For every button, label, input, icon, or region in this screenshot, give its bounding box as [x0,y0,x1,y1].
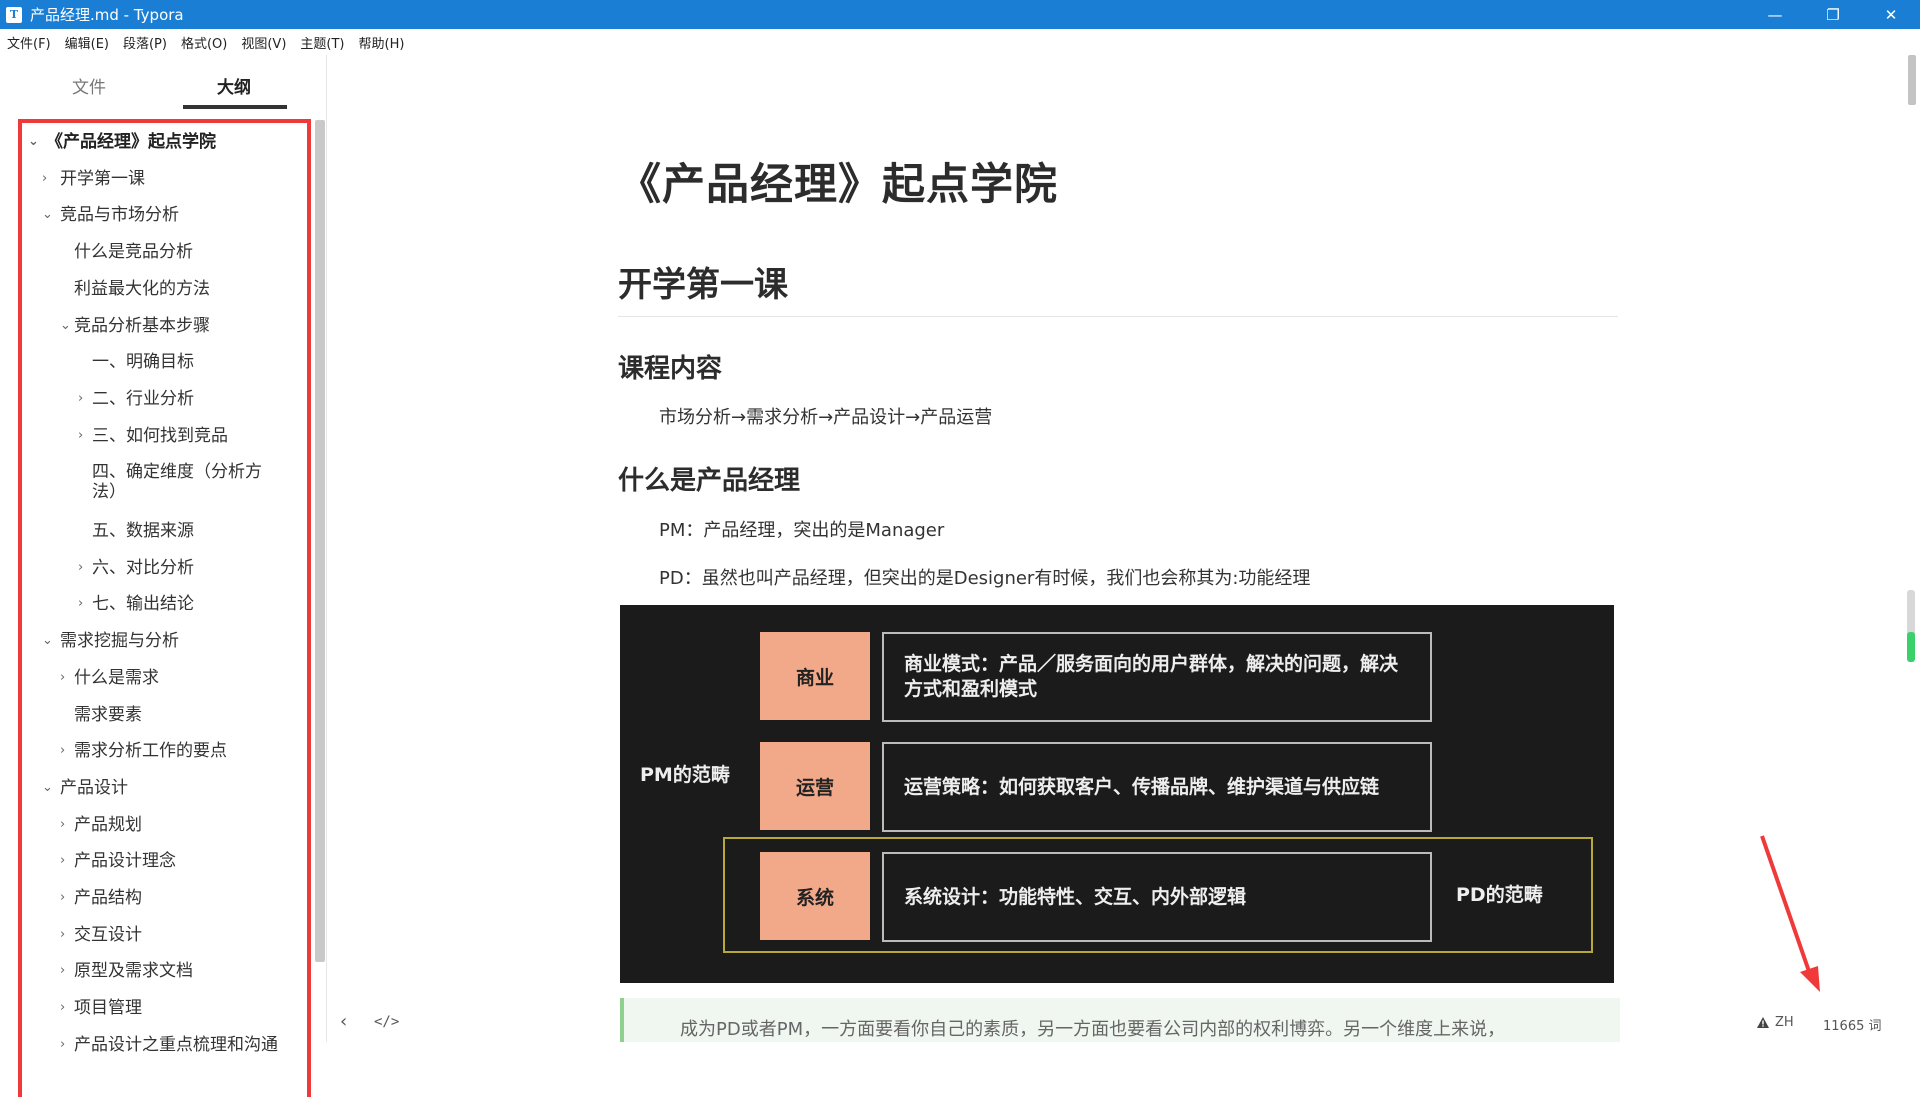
blockquote-text[interactable]: 成为PD或者PM，一方面要看你自己的素质，另一方面也要看公司内部的权利博弈。另一… [680,1015,1505,1041]
restore-button[interactable]: ❐ [1804,0,1862,29]
sidebar-tabs: 文件 大纲 [0,55,327,111]
menu-theme[interactable]: 主题(T) [293,33,351,52]
outline-item-label: 五、数据来源 [92,521,194,541]
status-language[interactable]: ZH [1757,1015,1794,1030]
outline-item-label: 七、输出结论 [92,594,194,615]
outline-item-label: 四、确定维度（分析方 [92,462,262,483]
pd-scope-label: PD的范畴 [1456,884,1543,906]
menu-view[interactable]: 视图(V) [234,33,293,52]
heading-rule [618,316,1618,317]
chevron-right-icon[interactable]: › [60,740,65,762]
chevron-down-icon[interactable]: ⌄ [28,131,39,153]
word-count[interactable]: 11665 词 [1823,1015,1882,1034]
outline-item-label: 项目管理 [74,998,142,1019]
outline-item-label-wrap: 法） [92,482,126,503]
menu-paragraph[interactable]: 段落(P) [116,33,174,52]
chevron-right-icon[interactable]: › [78,425,83,447]
outline-item-label: 产品规划 [74,814,142,835]
warning-icon [1757,1017,1769,1028]
menu-edit[interactable]: 编辑(E) [58,33,116,52]
collapse-sidebar-button[interactable]: ‹ [340,1011,347,1032]
document-heading-2[interactable]: 开学第一课 [618,257,788,306]
outline-item-label: 六、对比分析 [92,557,194,578]
chevron-right-icon[interactable]: › [60,667,65,689]
slide-tag-operations: 运营 [760,742,870,830]
annotation-arrow-icon [1760,835,1820,992]
chevron-down-icon[interactable]: ⌄ [42,204,53,226]
outline-item-label: 需求要素 [74,704,142,725]
outline-item-label: 产品结构 [74,888,142,908]
course-text[interactable]: 市场分析→需求分析→产品设计→产品运营 [659,403,992,429]
outline-item-label: 二、行业分析 [92,388,194,409]
minimize-button[interactable]: — [1746,0,1804,29]
pm-text[interactable]: PM：产品经理，突出的是Manager [659,516,944,542]
chevron-right-icon[interactable]: › [60,960,65,982]
outline-item-label: 竞品分析基本步骤 [74,315,210,336]
outline-item-label: 开学第一课 [60,168,145,189]
outline-item-label: 需求分析工作的要点 [74,741,227,762]
active-tab-indicator [183,105,287,109]
chevron-right-icon[interactable]: › [60,887,65,909]
typora-app-icon: T [6,6,22,23]
chevron-down-icon[interactable]: ⌄ [42,630,53,652]
scroll-position-marker [1907,632,1915,662]
outline-item-label: 需求挖掘与分析 [60,631,179,652]
sidebar: 文件 大纲 ⌄ 《产品经理》起点学院 › 开学第一课 ⌄ 竞品与市场分析什么是竞品分析 利益… [0,55,327,1097]
menu-file[interactable]: 文件(F) [0,33,58,52]
slide-desc-operations: 运营策略：如何获取客户、传播品牌、维护渠道与供应链 [882,742,1432,832]
chevron-right-icon[interactable]: › [60,997,65,1019]
menu-help[interactable]: 帮助(H) [352,33,412,52]
slide-tag-business: 商业 [760,632,870,720]
outline-item-label: 产品设计 [60,777,128,798]
chevron-down-icon[interactable]: ⌄ [42,777,53,799]
outline-item-label: 三、如何找到竞品 [92,425,228,446]
outline-item-label: 产品设计之重点梳理和沟通 [74,1034,278,1055]
window-controls: — ❐ ✕ [1746,0,1920,29]
chevron-right-icon[interactable]: › [60,850,65,872]
outline-item-label: 什么是需求 [74,667,159,688]
outline-scrollbar[interactable] [315,120,325,962]
outline-item-label: 交互设计 [74,924,142,945]
window-title: 产品经理.md - Typora [30,6,184,24]
heading-course-content[interactable]: 课程内容 [618,348,722,385]
slide-desc-system: 系统设计：功能特性、交互、内外部逻辑 [882,852,1432,942]
document-scrollbar-thumb[interactable] [1908,55,1916,105]
heading-what-is-pm[interactable]: 什么是产品经理 [618,460,800,497]
chevron-right-icon[interactable]: › [42,168,47,190]
outline-item-label: 一、明确目标 [92,352,194,373]
chevron-right-icon[interactable]: › [60,1034,65,1056]
title-bar: T 产品经理.md - Typora — ❐ ✕ [0,0,1920,29]
embedded-slide-image[interactable]: PM的范畴 PD的范畴 商业 商业模式：产品／服务面向的用户群体，解决的问题，解… [620,605,1614,983]
document-heading-1[interactable]: 《产品经理》起点学院 [618,150,1058,212]
chevron-right-icon[interactable]: › [78,557,83,579]
outline-item-label: 《产品经理》起点学院 [46,132,216,152]
slide-desc-business: 商业模式：产品／服务面向的用户群体，解决的问题，解决方式和盈利模式 [882,632,1432,722]
outline-item-label: 竞品与市场分析 [60,205,179,226]
menu-format[interactable]: 格式(O) [174,33,234,52]
pm-scope-label: PM的范畴 [640,764,730,786]
close-button[interactable]: ✕ [1862,0,1920,29]
source-code-mode-button[interactable]: </> [374,1014,399,1030]
chevron-right-icon[interactable]: › [60,814,65,836]
tab-files[interactable]: 文件 [72,73,106,98]
language-label: ZH [1775,1015,1794,1030]
chevron-down-icon[interactable]: ⌄ [60,315,71,337]
outline-highlight-box: ⌄ 《产品经理》起点学院 › 开学第一课 ⌄ 竞品与市场分析什么是竞品分析 利益最大化的方法… [18,119,311,1097]
tab-outline[interactable]: 大纲 [217,73,251,98]
menu-bar: 文件(F) 编辑(E) 段落(P) 格式(O) 视图(V) 主题(T) 帮助(H… [0,29,1920,55]
chevron-right-icon[interactable]: › [78,388,83,410]
chevron-right-icon[interactable]: › [78,593,83,615]
outline-item-label: 产品设计理念 [74,851,176,872]
outline-item-label: 原型及需求文档 [74,961,193,982]
chevron-right-icon[interactable]: › [60,924,65,946]
outline-item-label: 利益最大化的方法 [74,278,210,299]
outline-item-label: 什么是竞品分析 [74,242,193,263]
slide-tag-system: 系统 [760,852,870,940]
pd-text[interactable]: PD：虽然也叫产品经理，但突出的是Designer有时候，我们也会称其为:功能经… [659,564,1310,590]
